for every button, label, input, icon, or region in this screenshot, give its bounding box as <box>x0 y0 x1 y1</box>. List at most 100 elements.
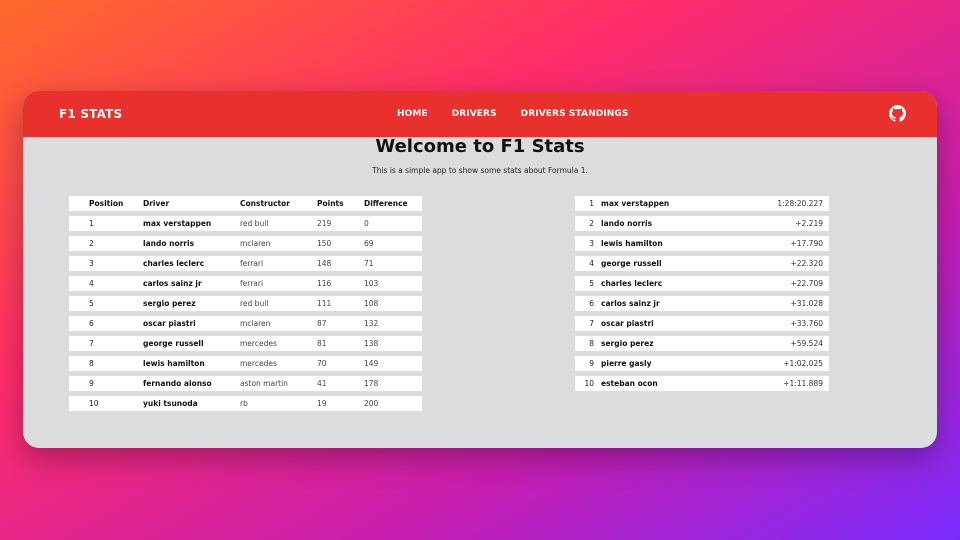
cell-points: 219 <box>317 219 332 228</box>
cell-difference: 178 <box>364 379 379 388</box>
race-driver: pierre gasly <box>601 359 652 368</box>
table-row: 3 charles leclerc ferrari 148 71 <box>69 256 422 271</box>
cell-difference: 138 <box>364 339 379 348</box>
race-driver: carlos sainz jr <box>601 299 660 308</box>
race-time: +1:02.025 <box>783 359 823 368</box>
header-driver: Driver <box>143 199 170 208</box>
race-driver: max verstappen <box>601 199 670 208</box>
cell-points: 87 <box>317 319 327 328</box>
cell-constructor: red bull <box>240 219 269 228</box>
table-row: 7 george russell mercedes 81 138 <box>69 336 422 351</box>
cell-constructor: mercedes <box>240 339 277 348</box>
cell-position: 1 <box>89 219 94 228</box>
header-points: Points <box>317 199 344 208</box>
page-title: Welcome to F1 Stats <box>375 136 585 157</box>
standings-table: Position Driver Constructor Points Diffe… <box>69 196 422 416</box>
cell-driver: charles leclerc <box>143 259 205 268</box>
table-row: 5 sergio perez red bull 111 108 <box>69 296 422 311</box>
table-row: 1 max verstappen red bull 219 0 <box>69 216 422 231</box>
cell-driver: carlos sainz jr <box>143 279 202 288</box>
list-item: 8 sergio perez +59.524 <box>575 336 829 351</box>
github-icon[interactable] <box>889 105 906 122</box>
cell-constructor: ferrari <box>240 279 264 288</box>
cell-position: 9 <box>89 379 94 388</box>
cell-driver: sergio perez <box>143 299 196 308</box>
table-header-row: Position Driver Constructor Points Diffe… <box>69 196 422 211</box>
cell-driver: yuki tsunoda <box>143 399 198 408</box>
cell-points: 148 <box>317 259 332 268</box>
cell-position: 4 <box>89 279 94 288</box>
cell-constructor: mclaren <box>240 239 271 248</box>
list-item: 6 carlos sainz jr +31.028 <box>575 296 829 311</box>
race-position: 5 <box>589 279 594 288</box>
list-item: 2 lando norris +2.219 <box>575 216 829 231</box>
cell-position: 10 <box>89 399 99 408</box>
cell-difference: 0 <box>364 219 369 228</box>
race-driver: oscar piastri <box>601 319 654 328</box>
list-item: 5 charles leclerc +22.709 <box>575 276 829 291</box>
nav-link-drivers[interactable]: DRIVERS <box>452 109 497 119</box>
list-item: 9 pierre gasly +1:02.025 <box>575 356 829 371</box>
cell-points: 41 <box>317 379 327 388</box>
cell-difference: 108 <box>364 299 379 308</box>
nav-link-home[interactable]: HOME <box>397 109 428 119</box>
cell-difference: 200 <box>364 399 379 408</box>
race-position: 3 <box>589 239 594 248</box>
list-item: 7 oscar piastri +33.760 <box>575 316 829 331</box>
cell-constructor: rb <box>240 399 248 408</box>
page-subtitle: This is a simple app to show some stats … <box>372 166 588 175</box>
race-driver: sergio perez <box>601 339 654 348</box>
list-item: 4 george russell +22.320 <box>575 256 829 271</box>
cell-points: 19 <box>317 399 327 408</box>
race-time: +31.028 <box>790 299 823 308</box>
race-driver: esteban ocon <box>601 379 658 388</box>
race-position: 4 <box>589 259 594 268</box>
nav-links: HOME DRIVERS DRIVERS STANDINGS <box>397 91 628 137</box>
race-position: 8 <box>589 339 594 348</box>
cell-driver: oscar piastri <box>143 319 196 328</box>
list-item: 1 max verstappen 1:28:20.227 <box>575 196 829 211</box>
race-time: +1:11.889 <box>783 379 823 388</box>
app-window: F1 STATS HOME DRIVERS DRIVERS STANDINGS … <box>23 91 937 448</box>
cell-points: 111 <box>317 299 332 308</box>
cell-position: 8 <box>89 359 94 368</box>
cell-constructor: red bull <box>240 299 269 308</box>
table-row: 9 fernando alonso aston martin 41 178 <box>69 376 422 391</box>
table-row: 2 lando norris mclaren 150 69 <box>69 236 422 251</box>
race-time: +22.320 <box>790 259 823 268</box>
table-row: 6 oscar piastri mclaren 87 132 <box>69 316 422 331</box>
nav-link-drivers-standings[interactable]: DRIVERS STANDINGS <box>521 109 629 119</box>
table-row: 10 yuki tsunoda rb 19 200 <box>69 396 422 411</box>
list-item: 10 esteban ocon +1:11.889 <box>575 376 829 391</box>
cell-points: 150 <box>317 239 332 248</box>
race-driver: charles leclerc <box>601 279 663 288</box>
race-time: +33.760 <box>790 319 823 328</box>
cell-position: 7 <box>89 339 94 348</box>
list-item: 3 lewis hamilton +17.790 <box>575 236 829 251</box>
race-position: 1 <box>589 199 594 208</box>
race-time: +17.790 <box>790 239 823 248</box>
header-difference: Difference <box>364 199 408 208</box>
race-position: 10 <box>584 379 594 388</box>
race-time: 1:28:20.227 <box>777 199 823 208</box>
header-constructor: Constructor <box>240 199 290 208</box>
cell-difference: 149 <box>364 359 379 368</box>
cell-points: 81 <box>317 339 327 348</box>
race-position: 7 <box>589 319 594 328</box>
brand-logo[interactable]: F1 STATS <box>59 91 122 137</box>
race-driver: lewis hamilton <box>601 239 663 248</box>
navbar: F1 STATS HOME DRIVERS DRIVERS STANDINGS <box>23 91 937 137</box>
cell-position: 2 <box>89 239 94 248</box>
cell-constructor: mercedes <box>240 359 277 368</box>
cell-driver: max verstappen <box>143 219 212 228</box>
cell-difference: 103 <box>364 279 379 288</box>
race-results-table: 1 max verstappen 1:28:20.227 2 lando norris +… <box>575 196 829 396</box>
cell-difference: 132 <box>364 319 379 328</box>
table-row: 8 lewis hamilton mercedes 70 149 <box>69 356 422 371</box>
cell-driver: lewis hamilton <box>143 359 205 368</box>
race-position: 6 <box>589 299 594 308</box>
cell-constructor: ferrari <box>240 259 264 268</box>
header-position: Position <box>89 199 124 208</box>
cell-position: 3 <box>89 259 94 268</box>
cell-driver: fernando alonso <box>143 379 212 388</box>
